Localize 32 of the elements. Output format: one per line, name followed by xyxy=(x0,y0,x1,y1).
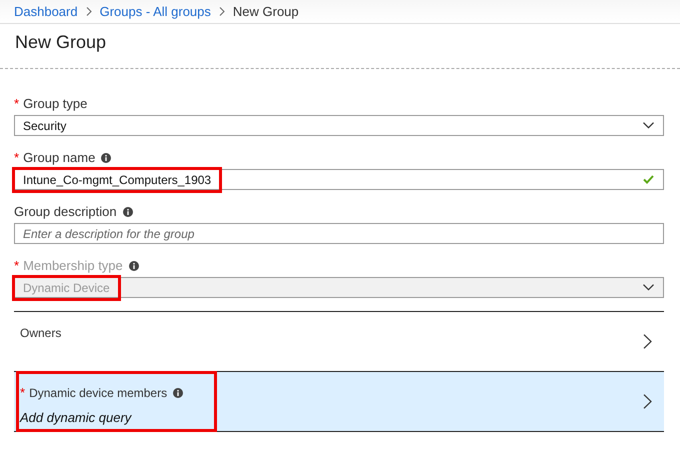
page-title: New Group xyxy=(14,31,108,54)
breadcrumb-link[interactable]: Dashboard xyxy=(14,4,78,19)
chevron-right-icon xyxy=(218,7,225,16)
info-icon[interactable] xyxy=(101,152,112,162)
required-asterisk: * xyxy=(14,96,20,111)
placeholder-text: Enter a description for the group xyxy=(23,226,194,240)
field-label: Group name xyxy=(23,150,96,165)
chevron-down-icon xyxy=(643,284,654,291)
required-asterisk: * xyxy=(14,150,20,165)
current-page-label[interactable]: New Group xyxy=(232,4,299,19)
navigation-row[interactable]: * Dynamic device members Add dynamic query xyxy=(14,371,664,432)
field-label: Group type xyxy=(23,96,88,111)
row-label: Owners xyxy=(20,326,62,340)
required-asterisk: * xyxy=(20,385,26,400)
row-value: Add dynamic query xyxy=(20,410,133,425)
input-field[interactable]: Intune_Co-mgmt_Computers_1903 xyxy=(14,169,664,190)
chevron-down-icon xyxy=(643,122,654,129)
field-label: Membership type xyxy=(23,258,123,273)
breadcrumb-link[interactable]: Groups - All groups xyxy=(100,4,211,19)
field-value: Intune_Co-mgmt_Computers_1903 xyxy=(23,172,212,186)
chevron-right-icon xyxy=(643,394,652,409)
chevron-right-icon xyxy=(86,7,92,16)
dropdown[interactable]: Security xyxy=(14,115,664,136)
info-icon[interactable] xyxy=(173,388,184,398)
field-value: Dynamic Device xyxy=(23,280,110,294)
input-field[interactable]: Enter a description for the group xyxy=(14,223,664,244)
chevron-right-icon xyxy=(643,334,652,349)
required-asterisk: * xyxy=(14,258,20,273)
row-label: Dynamic device members xyxy=(29,386,168,400)
field-value: Security xyxy=(23,118,66,132)
field-label: Group description xyxy=(14,204,117,219)
info-icon[interactable] xyxy=(122,206,133,216)
